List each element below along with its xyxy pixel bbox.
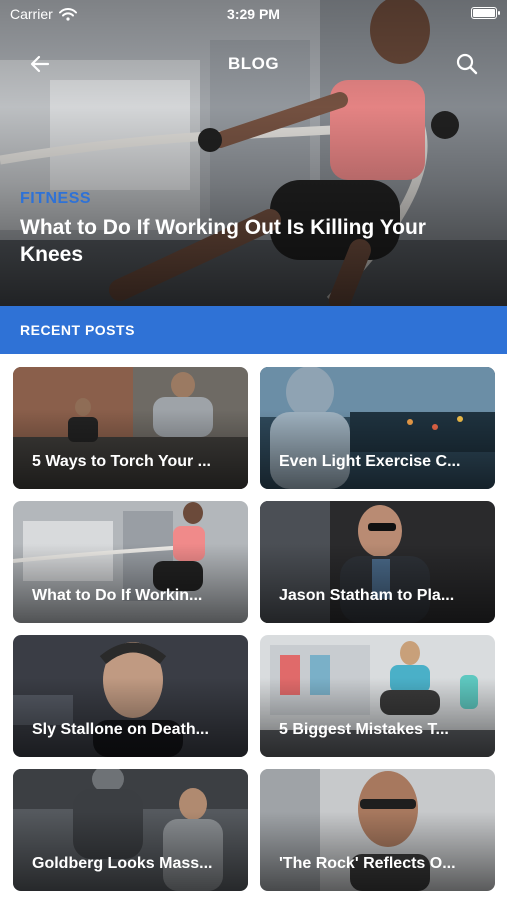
status-bar: Carrier 3:29 PM [0,0,507,28]
post-title: 'The Rock' Reflects O... [279,855,456,872]
battery-icon [471,7,500,19]
status-time: 3:29 PM [227,6,280,22]
post-card[interactable]: Even Light Exercise C... [260,367,495,489]
post-card[interactable]: 5 Ways to Torch Your ... [13,367,248,489]
post-card[interactable]: Jason Statham to Pla... [260,501,495,623]
post-title: Goldberg Looks Mass... [32,855,213,872]
post-title: 5 Ways to Torch Your ... [32,453,211,470]
post-title: What to Do If Workin... [32,587,203,604]
post-title: Sly Stallone on Death... [32,721,209,738]
post-title: Even Light Exercise C... [279,453,461,470]
page-title: BLOG [227,54,280,73]
screen: Carrier 3:29 PM BLOG FITNESS What to Do … [0,0,507,900]
hero-headline[interactable]: What to Do If Working Out Is Killing You… [20,214,467,268]
post-card[interactable]: Sly Stallone on Death... [13,635,248,757]
section-title: RECENT POSTS [20,322,135,338]
recent-posts-header: RECENT POSTS [0,306,507,354]
post-title: Jason Statham to Pla... [279,587,455,604]
nav-bar: BLOG [0,44,507,84]
hero-text: FITNESS What to Do If Working Out Is Kil… [20,190,467,268]
post-card[interactable]: 5 Biggest Mistakes T... [260,635,495,757]
post-title: 5 Biggest Mistakes T... [279,721,449,738]
post-card[interactable]: Goldberg Looks Mass... [13,769,248,891]
hero-featured-post[interactable]: Carrier 3:29 PM BLOG FITNESS What to Do … [0,0,507,306]
post-card[interactable]: 'The Rock' Reflects O... [260,769,495,891]
search-icon[interactable] [455,52,479,76]
hero-category[interactable]: FITNESS [20,190,467,208]
post-card[interactable]: What to Do If Workin... [13,501,248,623]
